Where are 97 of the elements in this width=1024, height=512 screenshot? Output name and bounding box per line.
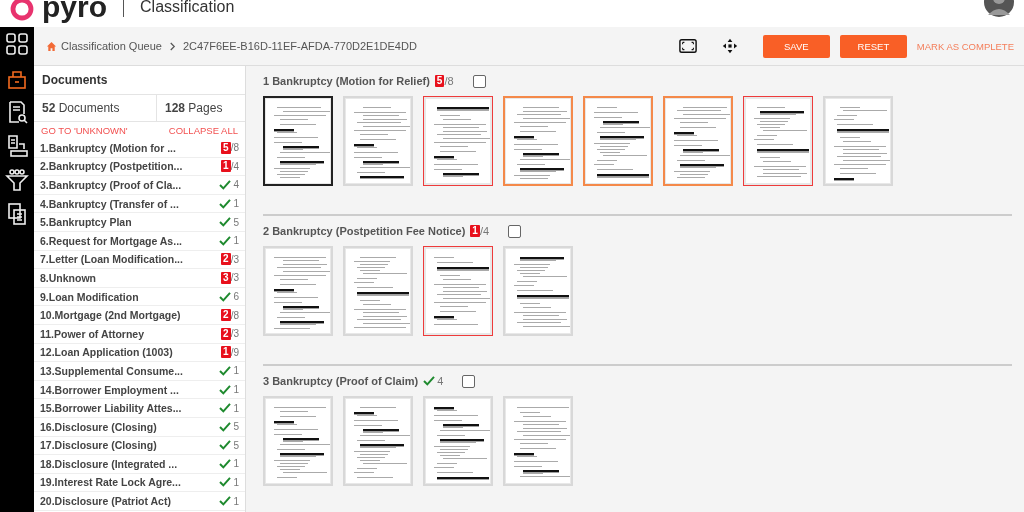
page-count: 1 <box>233 495 239 507</box>
document-item[interactable]: 18.Disclosure (Integrated ... <box>40 457 178 470</box>
page-thumbnail[interactable] <box>663 96 733 186</box>
document-item[interactable]: 1.Bankruptcy (Motion for ... <box>40 141 176 154</box>
page-count: /8 <box>444 75 454 87</box>
page-count: 1 <box>233 477 239 488</box>
document-item[interactable]: 4.Bankruptcy (Transfer of ... <box>40 197 179 210</box>
document-item[interactable]: 7.Letter (Loan Modification... <box>40 253 183 266</box>
checkbox[interactable] <box>462 374 476 388</box>
document-item[interactable]: 11.Power of Attorney <box>40 327 145 340</box>
flag-count-badge: 3 <box>221 271 231 284</box>
pages-count: 128 Pages <box>156 95 245 121</box>
chevron-icon <box>168 41 176 51</box>
check-icon <box>219 291 232 302</box>
check-icon <box>219 365 232 376</box>
page-count: 1 <box>233 365 239 377</box>
page-count: 4 <box>437 375 444 387</box>
page-count: /3 <box>230 328 239 340</box>
page-count: 5 <box>233 421 239 433</box>
page-count: /9 <box>230 346 239 358</box>
check-icon <box>219 496 232 507</box>
home-icon[interactable] <box>46 40 57 52</box>
grid-icon[interactable] <box>5 32 29 56</box>
page-count: /4 <box>230 160 239 172</box>
page-count: 4 <box>233 179 239 191</box>
document-item[interactable]: 8.Unknown <box>40 271 96 284</box>
goto-unknown-link[interactable]: GO TO 'UNKNOWN' <box>41 125 128 136</box>
page-thumbnail[interactable] <box>423 246 493 336</box>
checkbox[interactable] <box>472 74 486 88</box>
document-item[interactable]: 20.Disclosure (Patriot Act) <box>40 495 171 508</box>
document-item[interactable]: 13.Supplemental Consume... <box>40 364 183 377</box>
flag-count-badge: 2 <box>221 309 231 322</box>
document-item[interactable]: 10.Mortgage (2nd Mortgage) <box>40 309 181 322</box>
page-title: Classification <box>140 0 235 17</box>
document-item[interactable]: 3.Bankruptcy (Proof of Cla... <box>40 179 182 191</box>
document-item[interactable]: 14.Borrower Employment ... <box>40 383 179 396</box>
funnel-icon[interactable] <box>5 168 29 192</box>
flag-count-badge: 2 <box>221 327 231 340</box>
page-count: /3 <box>230 253 239 265</box>
page-count: /8 <box>230 309 239 321</box>
document-split-icon[interactable] <box>5 134 29 158</box>
page-count: 6 <box>233 291 239 303</box>
check-icon <box>219 384 232 395</box>
fit-screen-icon[interactable] <box>678 38 697 54</box>
move-icon[interactable] <box>720 38 739 54</box>
flag-count-badge: 2 <box>221 253 231 266</box>
page-count: /8 <box>230 142 239 154</box>
check-icon <box>219 180 232 190</box>
page-count: 5 <box>233 216 239 228</box>
page-count: 1 <box>233 384 239 395</box>
check-icon <box>219 458 232 469</box>
page-count: 1 <box>233 458 239 470</box>
panel-title: Documents <box>34 66 245 95</box>
document-item[interactable]: 19.Interest Rate Lock Agre... <box>40 476 181 489</box>
documents-count: 52 Documents <box>41 100 121 117</box>
check-icon <box>423 376 436 386</box>
document-item[interactable]: 17.Disclosure (Closing) <box>40 439 157 452</box>
check-icon <box>219 217 232 228</box>
check-icon <box>219 421 232 432</box>
page-thumbnail[interactable] <box>263 96 333 186</box>
flag-count-badge: 5 <box>434 75 445 87</box>
page-count: 1 <box>233 198 239 210</box>
page-thumbnail[interactable] <box>743 96 813 186</box>
check-icon <box>219 198 232 209</box>
checkbox[interactable] <box>508 224 522 238</box>
flag-count-badge: 1 <box>221 160 231 173</box>
check-icon <box>219 440 232 451</box>
page-thumbnail[interactable] <box>423 96 493 186</box>
page-thumbnail[interactable] <box>583 96 653 186</box>
document-item[interactable]: 16.Disclosure (Closing) <box>40 420 157 433</box>
section-title: 1 Bankruptcy (Motion for Relief) <box>263 75 430 87</box>
flag-count-badge: 1 <box>470 225 480 237</box>
page-count: 1 <box>233 235 239 247</box>
page-count: 1 <box>233 402 239 414</box>
check-icon <box>219 477 232 488</box>
logo-text: pyro <box>42 0 107 23</box>
document-item[interactable]: 15.Borrower Liability Attes... <box>40 402 182 415</box>
check-icon <box>219 235 232 246</box>
document-item[interactable]: 9.Loan Modification <box>40 290 139 303</box>
page-count: /4 <box>479 225 490 237</box>
check-icon <box>219 403 232 414</box>
breadcrumb-current: 2C47F6EE-B16D-11EF-AFDA-770D2E1DE4DD <box>182 40 417 52</box>
flag-count-badge: 5 <box>221 141 231 154</box>
breadcrumb-link[interactable]: Classification Queue <box>61 40 162 52</box>
section-title: 2 Bankruptcy (Postpetition Fee Notice) <box>263 225 466 237</box>
page-count: /3 <box>230 272 239 284</box>
page-thumbnail[interactable] <box>503 96 573 186</box>
page-count: 5 <box>233 439 239 451</box>
flag-count-badge: 1 <box>221 346 231 359</box>
section-title: 3 Bankruptcy (Proof of Claim) <box>263 375 419 387</box>
document-item[interactable]: 6.Request for Mortgage As... <box>40 234 182 247</box>
document-item[interactable]: 5.Bankruptcy Plan <box>40 216 132 229</box>
collapse-all-link[interactable]: COLLAPSE ALL <box>168 125 238 136</box>
document-item[interactable]: 2.Bankruptcy (Postpetition... <box>40 160 183 173</box>
logo-icon <box>10 0 34 21</box>
documents-icon[interactable] <box>5 202 29 226</box>
document-item[interactable]: 12.Loan Application (1003) <box>40 346 173 359</box>
